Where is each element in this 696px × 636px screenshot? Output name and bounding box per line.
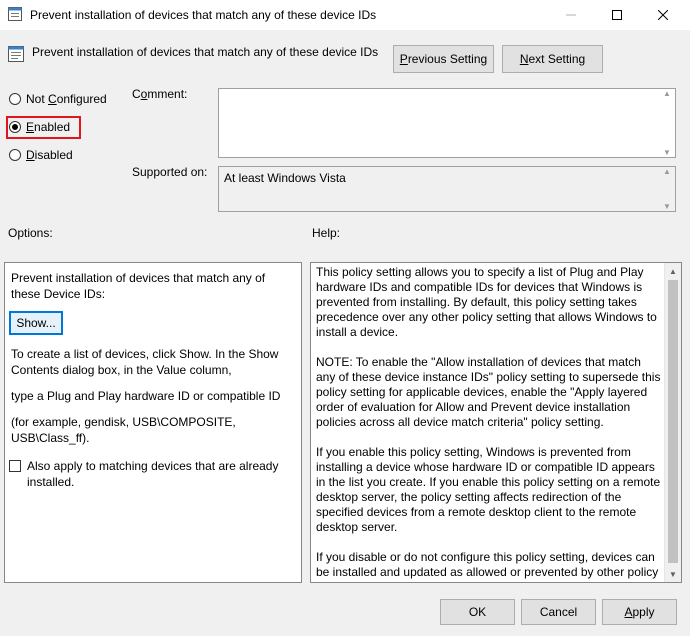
already-installed-checkbox[interactable] bbox=[9, 460, 21, 472]
options-instructions-2: type a Plug and Play hardware ID or comp… bbox=[11, 389, 281, 403]
options-pane: Prevent installation of devices that mat… bbox=[4, 262, 302, 583]
comment-field[interactable]: ▲ ▼ bbox=[218, 88, 676, 158]
window-title: Prevent installation of devices that mat… bbox=[30, 8, 377, 22]
apply-button[interactable]: Apply bbox=[602, 599, 677, 625]
cancel-button[interactable]: Cancel bbox=[521, 599, 596, 625]
comment-value bbox=[219, 89, 675, 95]
policy-name: Prevent installation of devices that mat… bbox=[32, 45, 379, 59]
options-instructions-3: (for example, gendisk, USB\COMPOSITE, US… bbox=[11, 415, 236, 445]
options-intro: Prevent installation of devices that mat… bbox=[11, 271, 266, 301]
help-text: This policy setting allows you to specif… bbox=[316, 265, 662, 582]
show-button[interactable]: Show... bbox=[9, 311, 63, 335]
window-edge bbox=[690, 0, 696, 636]
help-paragraph: If you enable this policy setting, Windo… bbox=[316, 445, 661, 534]
help-scrollbar[interactable]: ▲ ▼ bbox=[664, 263, 681, 582]
supported-on-label: Supported on: bbox=[132, 165, 208, 179]
close-button[interactable] bbox=[640, 0, 686, 30]
supported-scrollbar[interactable]: ▲ ▼ bbox=[659, 167, 675, 211]
comment-scrollbar[interactable]: ▲ ▼ bbox=[659, 89, 675, 157]
help-paragraph: NOTE: To enable the "Allow installation … bbox=[316, 355, 661, 429]
ok-button[interactable]: OK bbox=[440, 599, 515, 625]
supported-on-value: At least Windows Vista bbox=[224, 171, 346, 185]
already-installed-checkbox-row[interactable]: Also apply to matching devices that are … bbox=[9, 458, 287, 490]
supported-on-field[interactable]: At least Windows Vista ▲ ▼ bbox=[218, 166, 676, 212]
radio-circle bbox=[9, 149, 21, 161]
policy-icon bbox=[8, 46, 24, 62]
minimize-icon bbox=[566, 14, 576, 16]
previous-setting-button[interactable]: Previous Setting bbox=[393, 45, 494, 73]
next-setting-button[interactable]: Next Setting bbox=[502, 45, 603, 73]
maximize-icon bbox=[612, 10, 622, 20]
help-label: Help: bbox=[312, 226, 341, 240]
scroll-up-icon: ▲ bbox=[663, 89, 671, 98]
maximize-button[interactable] bbox=[594, 0, 640, 30]
close-icon bbox=[658, 10, 668, 20]
enabled-radio[interactable]: Enabled bbox=[9, 120, 70, 134]
scroll-down-icon: ▼ bbox=[663, 202, 671, 211]
options-instructions-1: To create a list of devices, click Show.… bbox=[11, 347, 279, 377]
help-paragraph: This policy setting allows you to specif… bbox=[316, 265, 657, 339]
radio-circle bbox=[9, 93, 21, 105]
options-label: Options: bbox=[8, 226, 53, 240]
already-installed-label: Also apply to matching devices that are … bbox=[27, 459, 279, 489]
not-configured-radio[interactable]: Not Configured bbox=[9, 92, 107, 106]
scroll-up-icon: ▲ bbox=[663, 167, 671, 176]
minimize-button[interactable] bbox=[548, 0, 594, 30]
comment-label: Comment: bbox=[132, 87, 188, 101]
help-pane: This policy setting allows you to specif… bbox=[310, 262, 682, 583]
scroll-down-icon[interactable]: ▼ bbox=[665, 566, 681, 582]
radio-circle-checked bbox=[9, 121, 21, 133]
policy-settings-icon bbox=[8, 7, 22, 21]
scroll-thumb[interactable] bbox=[668, 280, 678, 563]
scroll-up-icon[interactable]: ▲ bbox=[665, 263, 681, 279]
disabled-radio[interactable]: Disabled bbox=[9, 148, 73, 162]
help-paragraph: If you disable or do not configure this … bbox=[316, 550, 659, 582]
scroll-down-icon: ▼ bbox=[663, 148, 671, 157]
